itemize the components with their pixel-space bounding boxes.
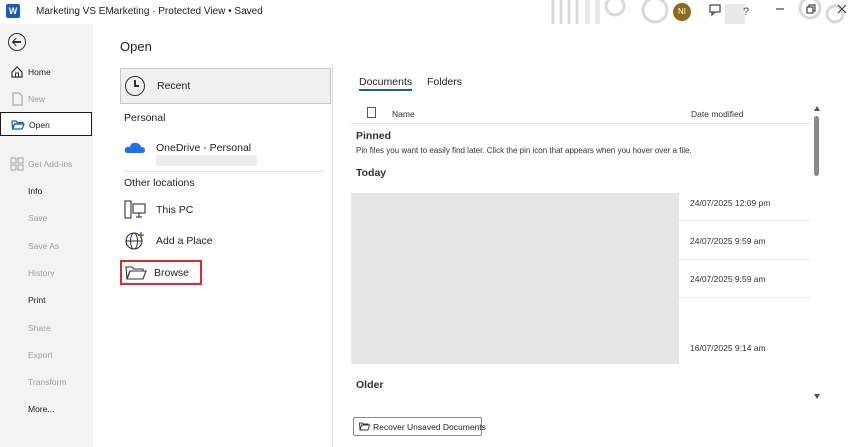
scroll-down-arrow-icon[interactable] bbox=[814, 394, 820, 399]
file-type-icon bbox=[367, 107, 376, 118]
nav-label: History bbox=[28, 268, 55, 278]
nav-label: Info bbox=[28, 186, 43, 196]
pinned-description: Pin files you want to easily find later.… bbox=[356, 146, 692, 155]
nav-label: New bbox=[28, 94, 46, 104]
scrollbar[interactable] bbox=[812, 104, 822, 402]
file-date: 24/07/2025 9:59 am bbox=[690, 274, 766, 284]
other-locations-header: Other locations bbox=[124, 177, 195, 189]
new-document-icon bbox=[12, 92, 23, 106]
file-row[interactable]: 24/07/2025 9:59 am bbox=[679, 221, 810, 260]
globe-add-icon bbox=[125, 232, 144, 250]
close-icon[interactable] bbox=[833, 3, 851, 21]
nav-save-as[interactable]: Save As bbox=[0, 234, 93, 258]
home-icon bbox=[11, 66, 23, 78]
nav-save[interactable]: Save bbox=[0, 206, 93, 230]
feedback-icon[interactable] bbox=[706, 3, 724, 21]
file-date: 24/07/2025 9:59 am bbox=[690, 236, 766, 246]
file-row[interactable]: 24/07/2025 9:59 am bbox=[679, 260, 810, 298]
file-names-redacted[interactable] bbox=[351, 193, 679, 364]
nav-transform[interactable]: Transform bbox=[0, 370, 93, 394]
nav-open[interactable]: Open bbox=[0, 112, 92, 136]
nav-more[interactable]: More... bbox=[0, 397, 93, 421]
add-place-location[interactable]: Add a Place bbox=[124, 228, 320, 254]
recover-label: Recover Unsaved Documents bbox=[373, 422, 486, 432]
back-arrow-icon[interactable] bbox=[8, 33, 26, 51]
personal-header: Personal bbox=[124, 112, 166, 124]
file-date: 16/07/2025 9:14 am bbox=[690, 343, 766, 353]
file-row[interactable]: 24/07/2025 12:09 pm bbox=[679, 193, 810, 221]
clock-icon bbox=[125, 76, 145, 96]
help-icon[interactable]: ? bbox=[737, 3, 755, 21]
open-pane: Open Recent Personal OneDrive - Personal… bbox=[93, 24, 855, 447]
add-place-label: Add a Place bbox=[156, 235, 213, 247]
add-ins-icon bbox=[10, 157, 24, 171]
column-date-modified[interactable]: Date modified bbox=[691, 109, 743, 119]
file-date: 24/07/2025 12:09 pm bbox=[690, 198, 771, 208]
nav-info[interactable]: Info bbox=[0, 179, 93, 203]
tab-documents[interactable]: Documents bbox=[359, 76, 413, 91]
scroll-thumb[interactable] bbox=[814, 116, 819, 176]
computer-icon bbox=[124, 200, 146, 219]
nav-label: Get Add-ins bbox=[28, 159, 73, 169]
browse-button[interactable]: Browse bbox=[120, 260, 202, 285]
older-heading: Older bbox=[356, 379, 384, 391]
folder-icon bbox=[125, 266, 147, 280]
nav-get-add-ins[interactable]: Get Add-ins bbox=[0, 152, 93, 176]
nav-label: More... bbox=[28, 404, 55, 414]
nav-label: Save As bbox=[28, 241, 60, 251]
nav-new[interactable]: New bbox=[0, 87, 93, 111]
onedrive-label: OneDrive - Personal bbox=[156, 142, 252, 154]
this-pc-location[interactable]: This PC bbox=[124, 197, 320, 223]
avatar[interactable]: NI bbox=[673, 3, 691, 21]
nav-share[interactable]: Share bbox=[0, 316, 93, 340]
nav-label: Share bbox=[28, 323, 51, 333]
file-list-header: Name Date modified bbox=[351, 104, 811, 124]
minimize-icon[interactable] bbox=[771, 3, 789, 21]
restore-icon[interactable] bbox=[802, 3, 820, 21]
tab-folders[interactable]: Folders bbox=[427, 76, 462, 88]
window-title: Marketing VS EMarketing · Protected View… bbox=[36, 6, 263, 17]
nav-label: Open bbox=[29, 120, 50, 130]
nav-history[interactable]: History bbox=[0, 261, 93, 285]
recover-unsaved-button[interactable]: Recover Unsaved Documents bbox=[353, 417, 486, 436]
nav-label: Print bbox=[28, 295, 46, 305]
today-heading: Today bbox=[356, 167, 387, 179]
file-row[interactable]: 16/07/2025 9:14 am bbox=[679, 298, 810, 364]
scroll-up-arrow-icon[interactable] bbox=[814, 106, 820, 111]
page-title: Open bbox=[120, 39, 152, 54]
nav-home[interactable]: Home bbox=[0, 60, 93, 84]
recent-button[interactable]: Recent bbox=[120, 68, 331, 104]
nav-label: Export bbox=[28, 350, 53, 360]
folder-open-icon bbox=[11, 120, 25, 130]
word-icon: W bbox=[6, 4, 20, 18]
backstage-nav: Home New Open Get Add-ins Info Save Save… bbox=[0, 24, 93, 447]
nav-label: Transform bbox=[28, 377, 67, 387]
divider bbox=[124, 171, 324, 172]
nav-label: Save bbox=[28, 213, 48, 223]
this-pc-label: This PC bbox=[156, 204, 194, 216]
folder-icon bbox=[359, 422, 370, 431]
column-name[interactable]: Name bbox=[392, 109, 415, 119]
pinned-heading: Pinned bbox=[356, 130, 392, 142]
cloud-icon bbox=[124, 142, 145, 153]
browse-label: Browse bbox=[154, 267, 190, 279]
title-bar: W Marketing VS EMarketing · Protected Vi… bbox=[0, 0, 855, 24]
nav-print[interactable]: Print bbox=[0, 288, 93, 312]
onedrive-account-redacted bbox=[156, 155, 257, 166]
nav-export[interactable]: Export bbox=[0, 343, 93, 367]
locations-column: Recent Personal OneDrive - Personal Othe… bbox=[117, 64, 333, 447]
nav-label: Home bbox=[28, 67, 51, 77]
onedrive-location[interactable]: OneDrive - Personal bbox=[124, 135, 320, 166]
recent-label: Recent bbox=[157, 80, 191, 92]
